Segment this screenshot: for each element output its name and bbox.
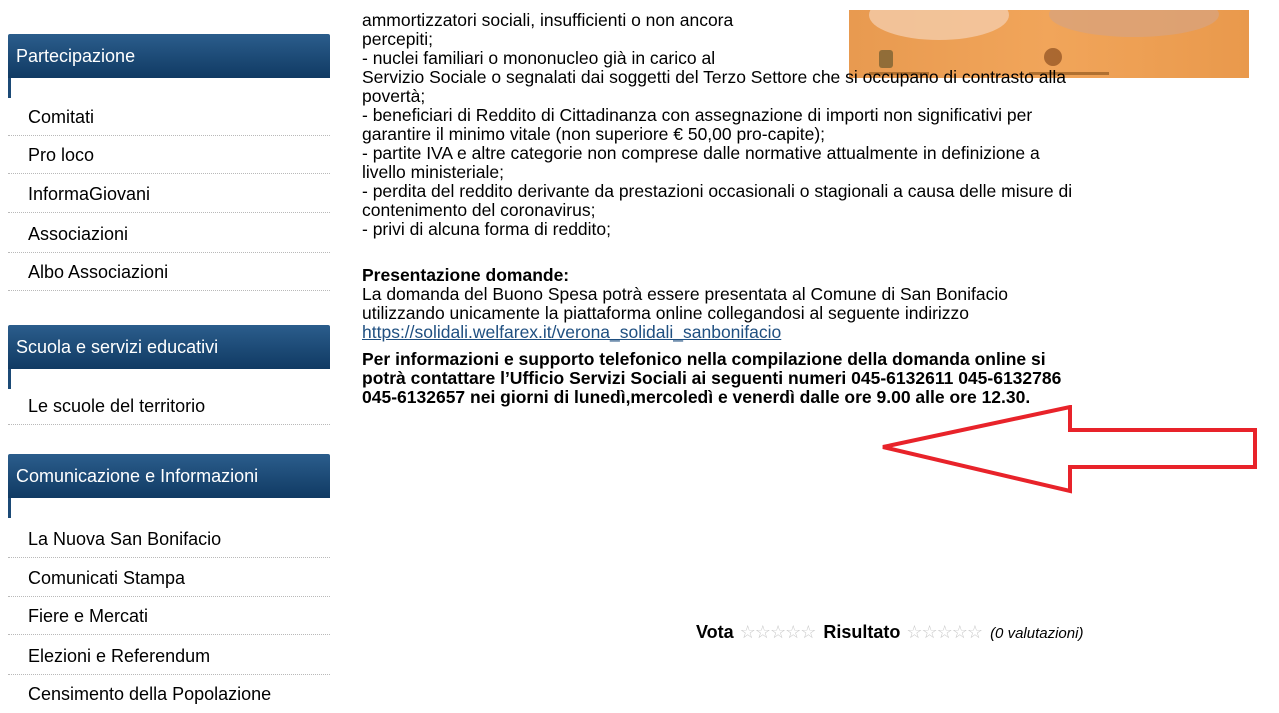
result-stars-icon: ☆☆☆☆☆ [906,622,983,642]
application-link[interactable]: https://solidali.welfarex.it/verona_soli… [362,323,781,342]
body-line: - perdita del reddito derivante da prest… [362,181,1073,201]
section-header-comunicazione: Comunicazione e Informazioni [8,454,330,518]
sidebar-item-pro-loco[interactable]: Pro loco [8,136,330,174]
sidebar-item-elezioni-referendum[interactable]: Elezioni e Referendum [8,637,330,675]
rating-bar: Vota ☆☆☆☆☆ Risultato ☆☆☆☆☆ (0 valutazioni) [696,622,1083,643]
sidebar-item-albo-associazioni[interactable]: Albo Associazioni [8,253,330,291]
body-line: La domanda del Buono Spesa potrà essere … [362,284,1008,304]
body-line: - beneficiari di Reddito di Cittadinanza… [362,105,1033,125]
body-line: garantire il minimo vitale (non superior… [362,124,826,144]
presentation-heading: Presentazione domande: [362,265,570,285]
section-header-partecipazione: Partecipazione [8,34,330,98]
sidebar-item-scuole-territorio[interactable]: Le scuole del territorio [8,387,330,425]
sidebar-item-comunicati-stampa[interactable]: Comunicati Stampa [8,559,330,597]
risultato-label: Risultato [823,622,901,642]
vota-label: Vota [696,622,734,642]
body-line: - partite IVA e altre categorie non comp… [362,143,1040,163]
body-line: ammortizzatori sociali, insufficienti o … [362,10,734,30]
sidebar-item-nuova-san-bonifacio[interactable]: La Nuova San Bonifacio [8,520,330,558]
body-line: percepiti; [362,29,434,49]
body-line: - nuclei familiari o mononucleo già in c… [362,48,716,68]
vote-stars-icon[interactable]: ☆☆☆☆☆ [740,622,817,642]
body-line: povertà; [362,86,426,106]
sidebar: Partecipazione Comitati Pro loco Informa… [0,0,332,706]
section-header-scuola: Scuola e servizi educativi [8,325,330,389]
body-line: utilizzando unicamente la piattaforma on… [362,303,970,323]
sidebar-item-informagiovani[interactable]: InformaGiovani [8,175,330,213]
sidebar-item-associazioni[interactable]: Associazioni [8,215,330,253]
info-line: Per informazioni e supporto telefonico n… [362,349,1046,369]
body-line: livello ministeriale; [362,162,504,182]
sidebar-item-fiere-mercati[interactable]: Fiere e Mercati [8,597,330,635]
body-line: - privi di alcuna forma di reddito; [362,219,611,239]
main-content: ammortizzatori sociali, insufficienti o … [362,0,1262,706]
rating-count: (0 valutazioni) [990,625,1084,642]
body-line: Servizio Sociale o segnalati dai soggett… [362,67,1066,87]
body-line: contenimento del coronavirus; [362,200,596,220]
sidebar-item-censimento[interactable]: Censimento della Popolazione [8,675,330,713]
sidebar-item-comitati[interactable]: Comitati [8,98,330,136]
red-arrow-annotation [882,405,1257,494]
info-line: potrà contattare l’Ufficio Servizi Socia… [362,368,1062,388]
